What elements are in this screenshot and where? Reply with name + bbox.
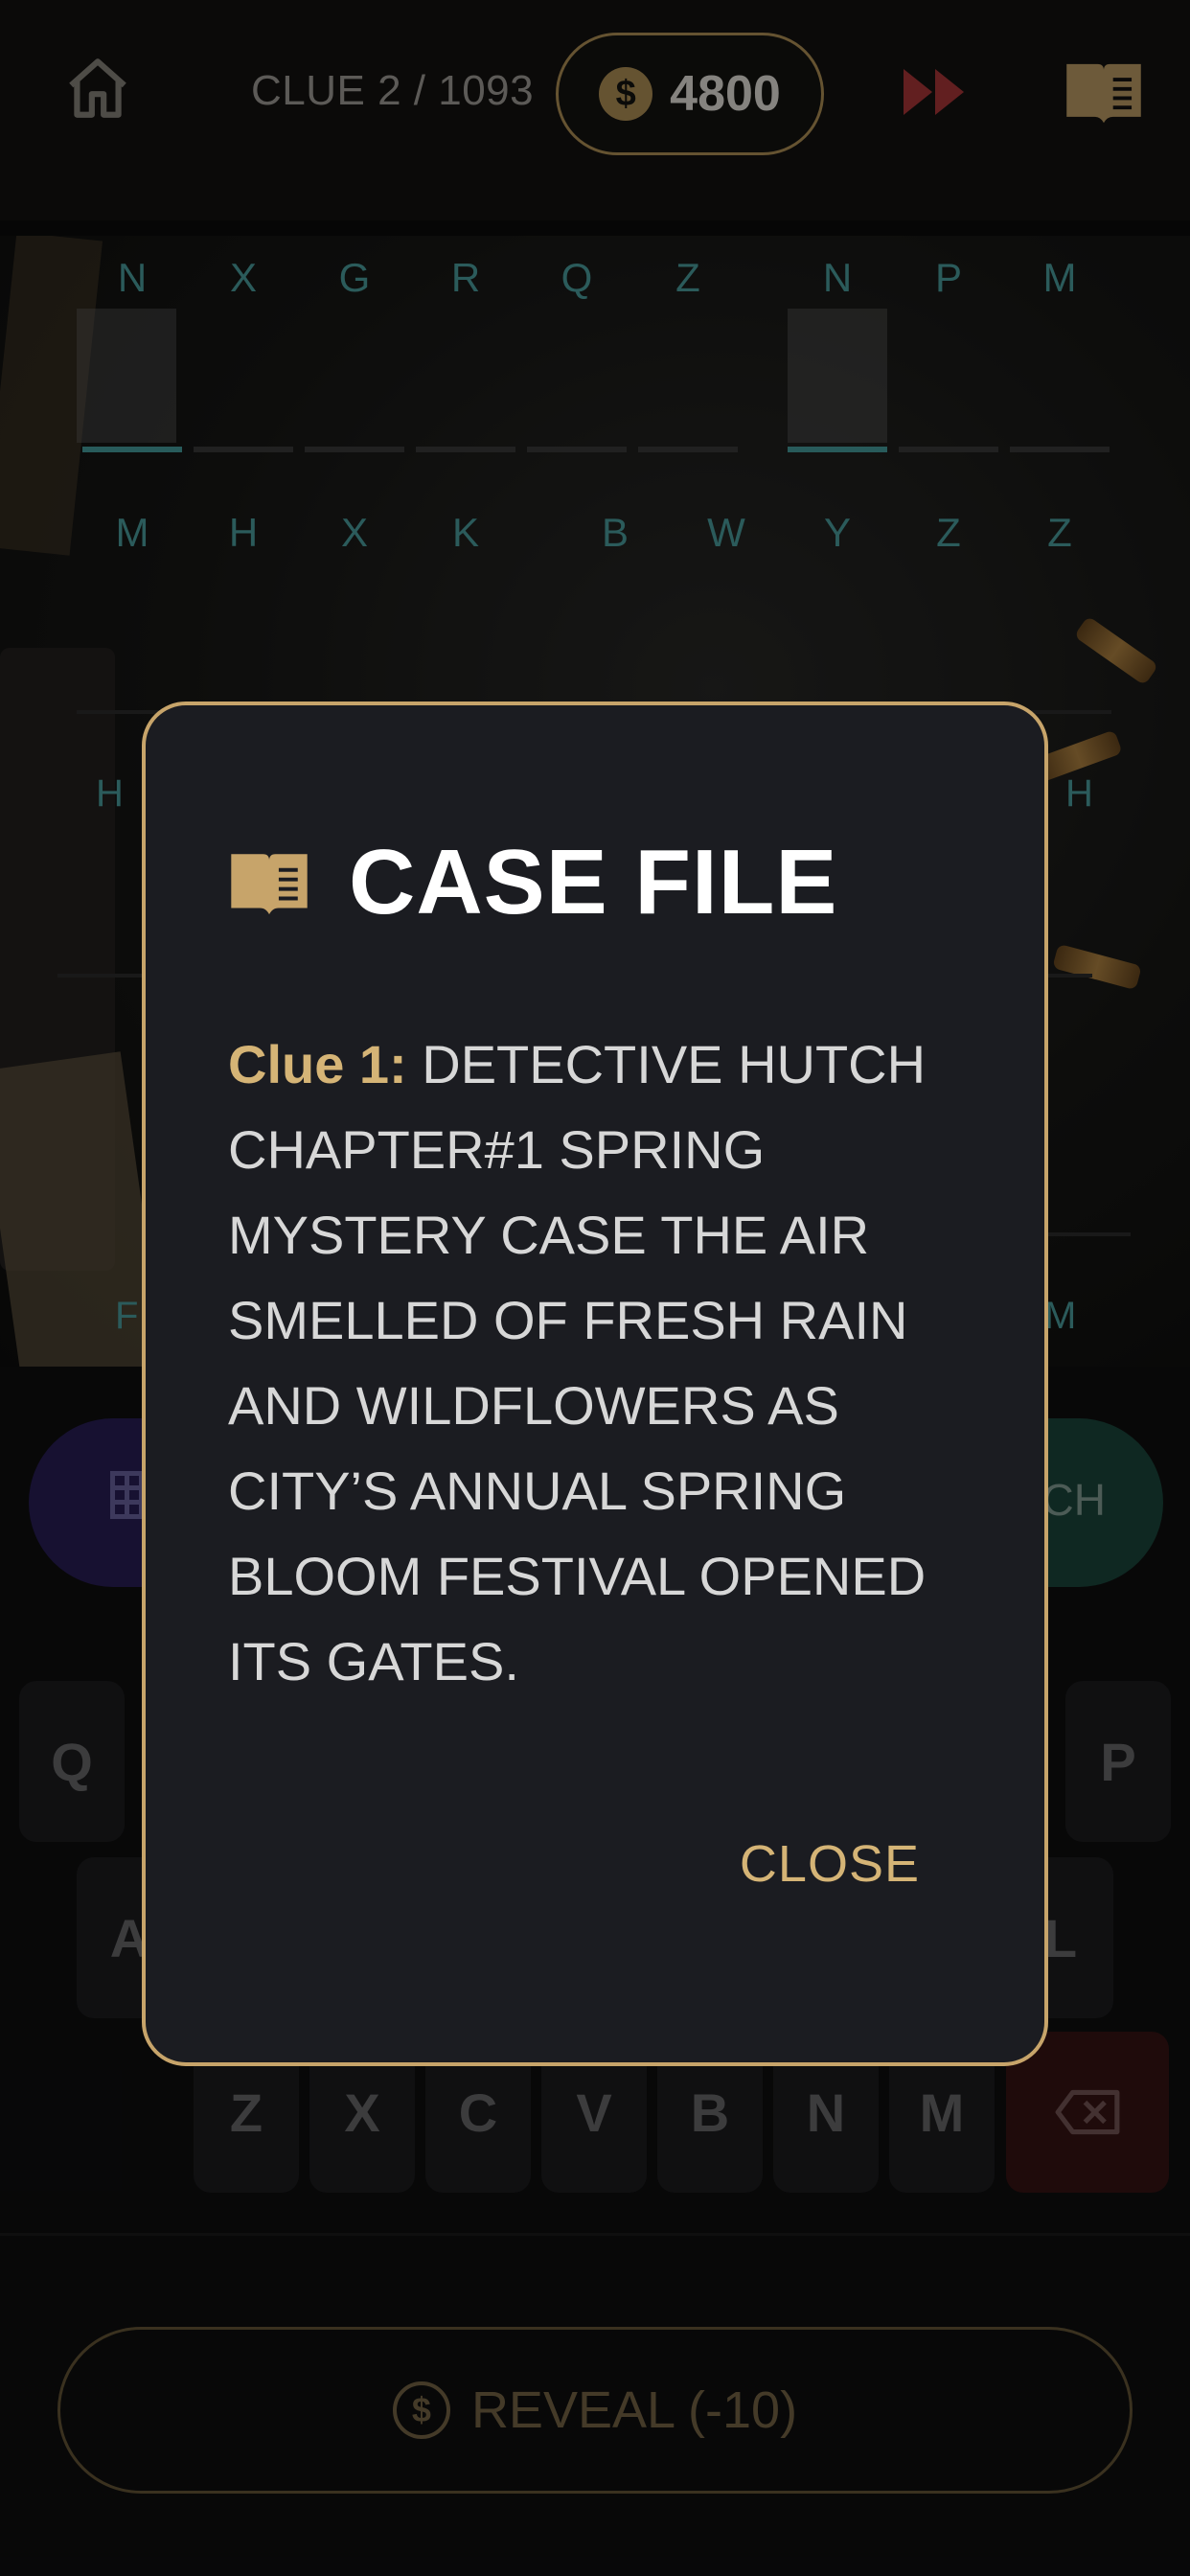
dialog-title: CASE FILE [349,831,838,933]
clue-label: Clue 1: [228,1034,407,1094]
clue-text: DETECTIVE HUTCH CHAPTER#1 SPRING MYSTERY… [228,1034,927,1691]
book-icon [231,854,308,915]
clue-text-block: Clue 1: DETECTIVE HUTCH CHAPTER#1 SPRING… [228,1022,995,1704]
dialog-header: CASE FILE [228,830,837,935]
case-file-dialog: CASE FILE Clue 1: DETECTIVE HUTCH CHAPTE… [142,702,1048,2066]
close-button[interactable]: CLOSE [740,1834,920,1894]
